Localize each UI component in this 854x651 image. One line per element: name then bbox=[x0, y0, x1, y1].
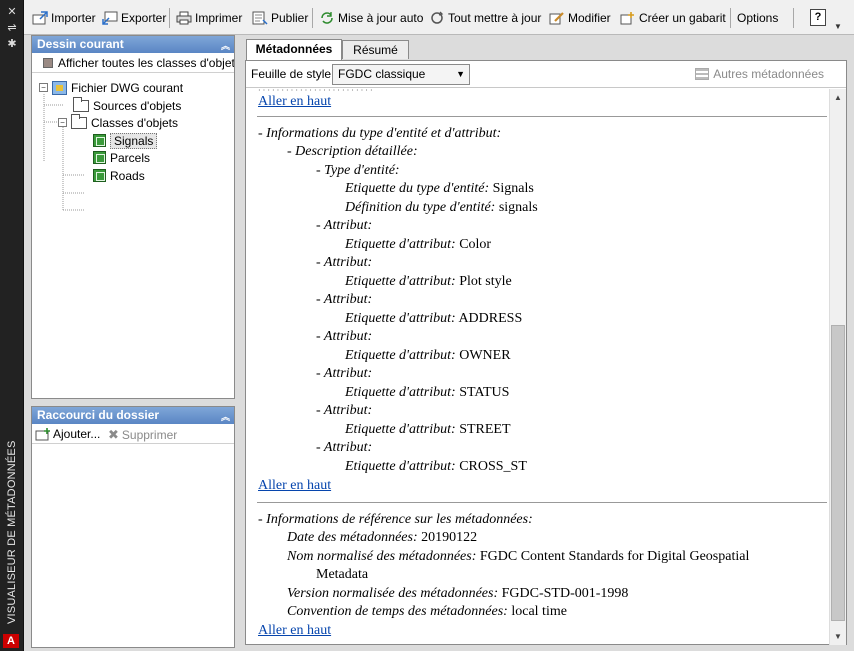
stylesheet-bar: Feuille de style: FGDC classique ▼ Autre… bbox=[246, 61, 846, 88]
stylesheet-select[interactable]: FGDC classique ▼ bbox=[332, 64, 470, 85]
template-icon bbox=[620, 11, 636, 25]
help-button[interactable]: ? bbox=[810, 9, 826, 26]
top-link[interactable]: Aller en haut bbox=[258, 478, 331, 493]
printer-icon bbox=[176, 11, 192, 25]
current-drawing-header[interactable]: Dessin courant ︽ bbox=[32, 36, 234, 53]
collapse-node-icon[interactable]: − bbox=[58, 118, 67, 127]
current-drawing-panel: Dessin courant ︽ Afficher toutes les cla… bbox=[31, 35, 235, 399]
scrollbar-thumb[interactable] bbox=[831, 325, 845, 621]
layer-icon bbox=[93, 134, 106, 147]
edit-pencil-icon bbox=[549, 11, 565, 25]
vertical-scrollbar[interactable]: ▲ ▼ bbox=[829, 89, 846, 645]
show-all-classes-checkbox[interactable]: Afficher toutes les classes d'objets bbox=[32, 53, 234, 73]
folder-icon bbox=[71, 113, 87, 129]
chevron-down-icon: ▼ bbox=[456, 69, 465, 79]
import-button[interactable]: Importer bbox=[32, 9, 96, 27]
dwg-file-icon bbox=[52, 80, 67, 95]
auto-hide-icon[interactable]: ⇌ bbox=[5, 22, 19, 34]
tree-node-classes[interactable]: − Classes d'objets bbox=[58, 113, 178, 131]
tree-node-layer-roads[interactable]: Roads bbox=[93, 167, 145, 184]
tree-node-dwg[interactable]: − Fichier DWG courant bbox=[39, 79, 183, 96]
layer-icon bbox=[93, 151, 106, 164]
close-icon[interactable]: ✕ bbox=[5, 6, 19, 18]
checkbox-icon[interactable] bbox=[43, 58, 53, 68]
collapse-node-icon[interactable]: − bbox=[39, 83, 48, 92]
metadata-content: Feuille de style: FGDC classique ▼ Autre… bbox=[245, 60, 847, 645]
folder-shortcut-panel: Raccourci du dossier ︽ Ajouter... ✖ Supp… bbox=[31, 406, 235, 648]
palette-title: VISUALISEUR DE MÉTADONNÉES bbox=[6, 440, 18, 624]
folder-shortcut-header[interactable]: Raccourci du dossier ︽ bbox=[32, 407, 234, 424]
update-all-button[interactable]: Tout mettre à jour bbox=[429, 9, 541, 27]
delete-x-icon: ✖ bbox=[108, 427, 119, 442]
top-link[interactable]: Aller en haut bbox=[258, 94, 331, 109]
autocad-logo-icon: A bbox=[3, 634, 19, 648]
options-button[interactable]: Options bbox=[737, 9, 778, 27]
toolbar-overflow-icon[interactable]: ▼ bbox=[834, 22, 842, 31]
auto-update-icon bbox=[319, 11, 335, 25]
metadata-area: Métadonnées Résumé Feuille de style: FGD… bbox=[241, 36, 851, 648]
create-template-button[interactable]: Créer un gabarit bbox=[620, 9, 726, 27]
properties-icon[interactable]: ✱ bbox=[5, 38, 19, 50]
auto-update-button[interactable]: Mise à jour auto bbox=[319, 9, 423, 27]
tree-node-layer-signals[interactable]: Signals bbox=[93, 132, 158, 149]
import-icon bbox=[32, 11, 48, 25]
palette-title-bar[interactable]: ✕ ⇌ ✱ VISUALISEUR DE MÉTADONNÉES A bbox=[0, 0, 24, 651]
add-folder-icon bbox=[35, 428, 50, 441]
modify-button[interactable]: Modifier bbox=[549, 9, 611, 27]
shortcut-toolbar: Ajouter... ✖ Supprimer bbox=[32, 424, 234, 444]
tree-node-layer-parcels[interactable]: Parcels bbox=[93, 149, 150, 166]
publish-button[interactable]: Publier bbox=[252, 9, 308, 27]
delete-shortcut-button[interactable]: ✖ Supprimer bbox=[108, 427, 177, 443]
add-shortcut-button[interactable]: Ajouter... bbox=[35, 427, 100, 441]
export-icon bbox=[102, 11, 118, 25]
tree-node-sources[interactable]: Sources d'objets bbox=[73, 96, 181, 114]
toolbar: Importer Exporter Imprimer Publier Mise … bbox=[24, 0, 854, 35]
publish-icon bbox=[252, 11, 268, 25]
metadata-list-icon bbox=[695, 68, 710, 80]
metadata-document: · · · · · · · · · · · · · · · · · · · · … bbox=[246, 89, 830, 645]
tab-summary[interactable]: Résumé bbox=[342, 40, 409, 59]
other-metadata-button[interactable]: Autres métadonnées bbox=[695, 67, 824, 81]
top-link[interactable]: Aller en haut bbox=[258, 623, 331, 638]
refresh-icon bbox=[429, 11, 445, 25]
layer-icon bbox=[93, 169, 106, 182]
export-button[interactable]: Exporter bbox=[102, 9, 166, 27]
scroll-down-icon[interactable]: ▼ bbox=[830, 628, 846, 645]
folder-icon bbox=[73, 96, 89, 112]
scroll-up-icon[interactable]: ▲ bbox=[830, 89, 846, 106]
print-button[interactable]: Imprimer bbox=[176, 9, 242, 27]
tab-metadata[interactable]: Métadonnées bbox=[246, 39, 342, 60]
